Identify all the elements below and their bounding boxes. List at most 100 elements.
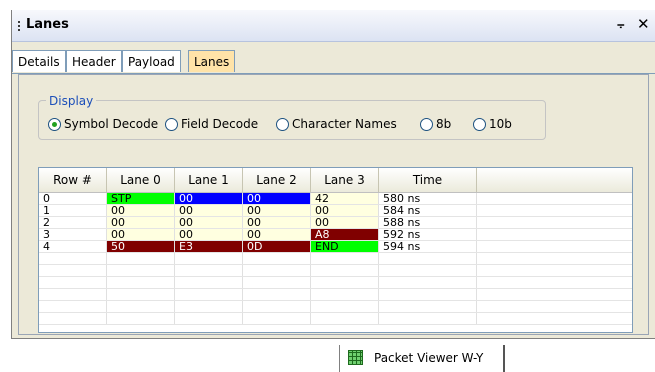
grid-cell-time[interactable]: 588 ns — [379, 217, 477, 228]
grid-cell-lane-0[interactable]: 00 — [107, 229, 175, 240]
table-row[interactable]: 0 STP 00 00 42 580 ns — [39, 193, 632, 205]
empty-cell — [107, 277, 175, 288]
table-row[interactable]: 4 50 E3 0D END 594 ns — [39, 241, 632, 253]
grid-cell-lane-0[interactable]: STP — [107, 193, 175, 204]
grid-cell-lane-3[interactable]: END — [311, 241, 379, 252]
empty-cell — [175, 313, 243, 324]
grid-cell-lane-2[interactable]: 00 — [243, 193, 311, 204]
empty-cell — [243, 313, 311, 324]
pin-icon[interactable]: ⨪ — [617, 17, 625, 32]
close-icon[interactable]: ✕ — [637, 15, 650, 33]
tab-header[interactable]: Header — [66, 50, 122, 72]
grid-cell-time[interactable]: 594 ns — [379, 241, 477, 252]
grid-cell-lane-2[interactable]: 00 — [243, 229, 311, 240]
table-row[interactable]: 3 00 00 00 A8 592 ns — [39, 229, 632, 241]
empty-row — [39, 253, 632, 265]
tab-lanes[interactable]: Lanes — [188, 50, 236, 72]
empty-cell — [243, 289, 311, 300]
empty-cell — [243, 253, 311, 264]
tab-details[interactable]: Details — [12, 50, 66, 72]
panel-titlebar[interactable]: Lanes ⨪ ✕ — [12, 10, 655, 42]
header-col-lane-2[interactable]: Lane 2 — [243, 168, 311, 192]
grid-cell-lane-1[interactable]: 00 — [175, 193, 243, 204]
panel-title: Lanes — [26, 17, 69, 32]
grid-table-icon — [348, 350, 363, 365]
empty-cell — [243, 301, 311, 312]
grid-cell-lane-1[interactable]: 00 — [175, 205, 243, 216]
empty-row — [39, 289, 632, 301]
lanes-grid[interactable]: Row # Lane 0 Lane 1 Lane 2 Lane 3 Time 0 STP 00… — [38, 167, 633, 333]
grid-cell-lane-3[interactable]: 00 — [311, 217, 379, 228]
grid-cell-lane-1[interactable]: E3 — [175, 241, 243, 252]
empty-cell — [311, 265, 379, 276]
grid-cell-lane-2[interactable]: 00 — [243, 205, 311, 216]
empty-cell — [39, 265, 107, 276]
header-col-lane-3[interactable]: Lane 3 — [311, 168, 379, 192]
empty-cell — [175, 289, 243, 300]
grid-cell-lane-2[interactable]: 00 — [243, 217, 311, 228]
header-col-lane-0[interactable]: Lane 0 — [107, 168, 175, 192]
table-row[interactable]: 1 00 00 00 00 584 ns — [39, 205, 632, 217]
grid-cell-lane-2[interactable]: 0D — [243, 241, 311, 252]
empty-row — [39, 301, 632, 313]
radio-button-icon[interactable] — [276, 118, 289, 131]
empty-cell — [311, 253, 379, 264]
empty-cell — [39, 277, 107, 288]
radio-label: Character Names — [292, 117, 397, 131]
grid-cell-time[interactable]: 580 ns — [379, 193, 477, 204]
grid-cell-lane-1[interactable]: 00 — [175, 217, 243, 228]
grid-cell-row-number[interactable]: 2 — [39, 217, 107, 228]
header-col-row-number[interactable]: Row # — [39, 168, 107, 192]
empty-cell — [107, 265, 175, 276]
drag-grip-icon[interactable] — [18, 21, 20, 33]
grid-cell-row-number[interactable]: 0 — [39, 193, 107, 204]
empty-cell — [311, 313, 379, 324]
empty-cell — [379, 313, 477, 324]
grid-cell-lane-0[interactable]: 00 — [107, 205, 175, 216]
empty-cell — [39, 313, 107, 324]
table-row[interactable]: 2 00 00 00 00 588 ns — [39, 217, 632, 229]
empty-cell — [39, 289, 107, 300]
display-legend: Display — [46, 94, 97, 108]
grid-cell-row-number[interactable]: 4 — [39, 241, 107, 252]
empty-cell — [175, 277, 243, 288]
grid-cell-lane-3[interactable]: 00 — [311, 205, 379, 216]
grid-cell-lane-0[interactable]: 50 — [107, 241, 175, 252]
radio-button-icon[interactable] — [473, 118, 486, 131]
empty-cell — [379, 253, 477, 264]
empty-cell — [39, 301, 107, 312]
empty-cell — [379, 265, 477, 276]
grid-cell-lane-3[interactable]: A8 — [311, 229, 379, 240]
grid-cell-lane-3[interactable]: 42 — [311, 193, 379, 204]
grid-cell-row-number[interactable]: 3 — [39, 229, 107, 240]
empty-cell — [107, 289, 175, 300]
empty-cell — [311, 301, 379, 312]
radio-button-icon[interactable] — [48, 118, 61, 131]
empty-cell — [243, 265, 311, 276]
tab-payload[interactable]: Payload — [122, 50, 181, 72]
empty-cell — [311, 289, 379, 300]
tab-packet-viewer[interactable]: Packet Viewer W-Y — [339, 345, 505, 372]
radio-label: Symbol Decode — [64, 117, 159, 131]
grid-cell-lane-1[interactable]: 00 — [175, 229, 243, 240]
empty-row — [39, 313, 632, 325]
grid-cell-lane-0[interactable]: 00 — [107, 217, 175, 228]
empty-cell — [39, 253, 107, 264]
radio-button-icon[interactable] — [165, 118, 178, 131]
grid-header: Row # Lane 0 Lane 1 Lane 2 Lane 3 Time — [39, 168, 632, 193]
radio-button-icon[interactable] — [420, 118, 433, 131]
header-col-time[interactable]: Time — [379, 168, 477, 192]
radio-label: 8b — [436, 117, 452, 131]
grid-cell-time[interactable]: 584 ns — [379, 205, 477, 216]
grid-cell-time[interactable]: 592 ns — [379, 229, 477, 240]
empty-cell — [107, 301, 175, 312]
empty-cell — [243, 277, 311, 288]
empty-cell — [175, 253, 243, 264]
empty-cell — [379, 301, 477, 312]
radio-label: 10b — [489, 117, 512, 131]
tab-strip: Details Header Payload Lanes — [12, 50, 655, 74]
header-col-lane-1[interactable]: Lane 1 — [175, 168, 243, 192]
header-filler — [477, 168, 632, 192]
grid-cell-row-number[interactable]: 1 — [39, 205, 107, 216]
empty-cell — [107, 313, 175, 324]
